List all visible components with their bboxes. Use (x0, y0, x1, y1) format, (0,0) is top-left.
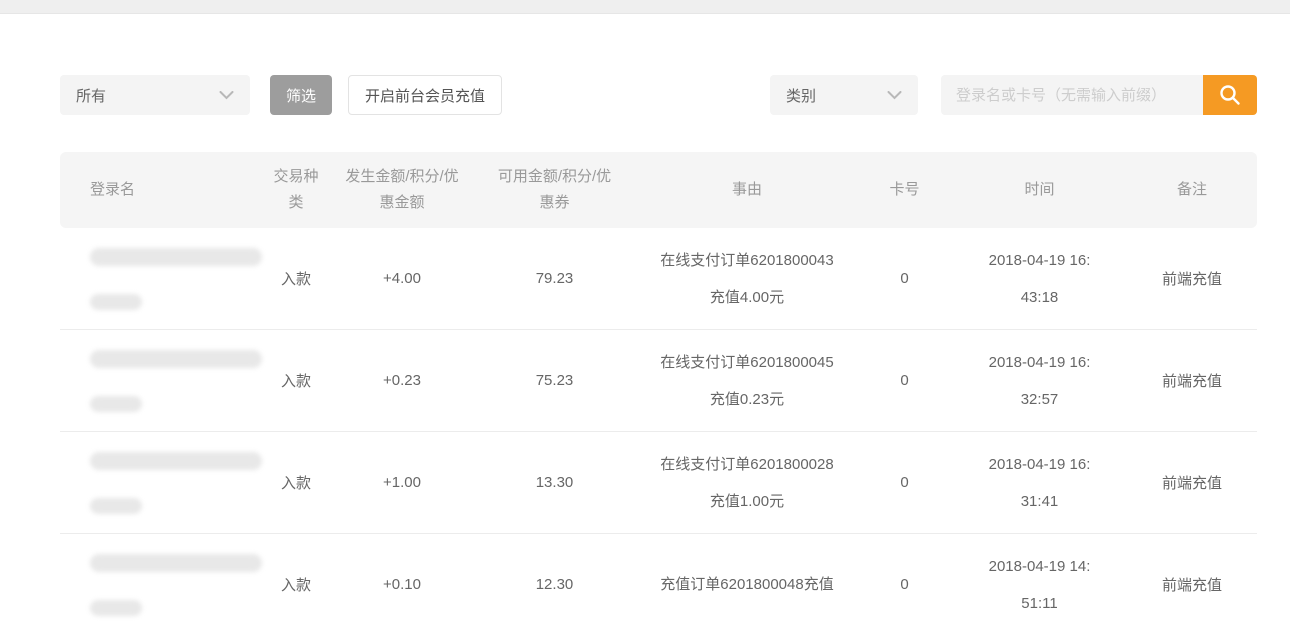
time-cell: 2018-04-19 14: 51:11 (952, 534, 1127, 624)
note-cell: 前端充值 (1127, 228, 1257, 329)
search-input[interactable] (941, 75, 1203, 115)
time-cell: 2018-04-19 16: 32:57 (952, 330, 1127, 431)
page-top-strip (0, 0, 1290, 14)
recharge-log-page: 所有 筛选 开启前台会员充值 类别 (0, 0, 1290, 624)
login-name-cell (60, 432, 260, 533)
transactions-table: 登录名 交易种 类 发生金额/积分/优 惠金额 可用金额/积分/优 惠券 事由 (60, 152, 1257, 624)
header-transaction-type: 交易种 类 (260, 164, 332, 216)
toolbar: 所有 筛选 开启前台会员充值 类别 (60, 75, 1257, 115)
note-cell: 前端充值 (1127, 432, 1257, 533)
table-header-row: 登录名 交易种 类 发生金额/积分/优 惠金额 可用金额/积分/优 惠券 事由 (60, 152, 1257, 228)
front-recharge-checkbox-label: 开启前台会员充值 (365, 85, 485, 106)
category-select[interactable]: 类别 (770, 75, 918, 115)
header-time: 时间 (952, 177, 1127, 203)
note-cell: 前端充值 (1127, 534, 1257, 624)
content-card: 所有 筛选 开启前台会员充值 类别 (0, 75, 1290, 624)
header-reason: 事由 (637, 177, 857, 203)
transaction-type-cell: 入款 (260, 330, 332, 431)
filter-type-select[interactable]: 所有 (60, 75, 250, 115)
transaction-type-cell: 入款 (260, 228, 332, 329)
category-select-value: 类别 (786, 85, 816, 106)
available-amount-cell: 12.30 (472, 534, 637, 624)
reason-cell: 在线支付订单6201800045 充值0.23元 (637, 330, 857, 431)
chevron-down-icon (887, 91, 902, 100)
card-number-cell: 0 (857, 228, 952, 329)
header-note: 备注 (1127, 177, 1257, 203)
redacted-login-name (90, 452, 262, 470)
header-card-number: 卡号 (857, 177, 952, 203)
header-login-name: 登录名 (60, 177, 260, 203)
amount-change-cell: +4.00 (332, 228, 472, 329)
available-amount-cell: 13.30 (472, 432, 637, 533)
redacted-login-name (90, 248, 262, 266)
redacted-login-name (90, 600, 142, 616)
time-cell: 2018-04-19 16: 43:18 (952, 228, 1127, 329)
table-row: 入款 +1.00 13.30 在线支付订单6201800028 充值1.00元 … (60, 432, 1257, 534)
transaction-type-cell: 入款 (260, 534, 332, 624)
reason-cell: 充值订单6201800048充值 (637, 534, 857, 624)
available-amount-cell: 75.23 (472, 330, 637, 431)
table-row: 入款 +0.23 75.23 在线支付订单6201800045 充值0.23元 … (60, 330, 1257, 432)
filter-button[interactable]: 筛选 (270, 75, 332, 115)
amount-change-cell: +1.00 (332, 432, 472, 533)
table-row: 入款 +4.00 79.23 在线支付订单6201800043 充值4.00元 … (60, 228, 1257, 330)
login-name-cell (60, 330, 260, 431)
search-icon (1218, 83, 1242, 107)
available-amount-cell: 79.23 (472, 228, 637, 329)
redacted-login-name (90, 294, 142, 310)
card-number-cell: 0 (857, 534, 952, 624)
login-name-cell (60, 228, 260, 329)
transaction-type-cell: 入款 (260, 432, 332, 533)
header-available-amount: 可用金额/积分/优 惠券 (472, 164, 637, 216)
note-cell: 前端充值 (1127, 330, 1257, 431)
front-recharge-checkbox-group[interactable]: 开启前台会员充值 (348, 75, 502, 115)
time-cell: 2018-04-19 16: 31:41 (952, 432, 1127, 533)
amount-change-cell: +0.10 (332, 534, 472, 624)
card-number-cell: 0 (857, 330, 952, 431)
redacted-login-name (90, 396, 142, 412)
header-amount-change: 发生金额/积分/优 惠金额 (332, 164, 472, 216)
card-number-cell: 0 (857, 432, 952, 533)
reason-cell: 在线支付订单6201800043 充值4.00元 (637, 228, 857, 329)
reason-cell: 在线支付订单6201800028 充值1.00元 (637, 432, 857, 533)
amount-change-cell: +0.23 (332, 330, 472, 431)
redacted-login-name (90, 498, 142, 514)
search-group (941, 75, 1257, 115)
search-button[interactable] (1203, 75, 1257, 115)
table-row: 入款 +0.10 12.30 充值订单6201800048充值 0 2018-0… (60, 534, 1257, 624)
chevron-down-icon (219, 91, 234, 100)
redacted-login-name (90, 350, 262, 368)
login-name-cell (60, 534, 260, 624)
redacted-login-name (90, 554, 262, 572)
filter-type-select-value: 所有 (76, 85, 106, 106)
